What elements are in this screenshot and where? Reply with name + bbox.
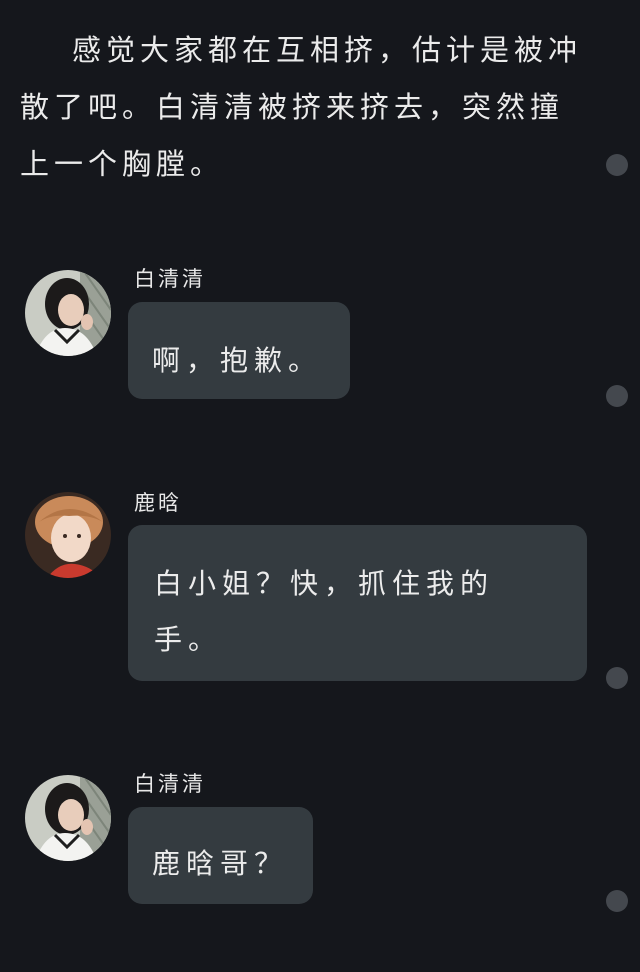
sender-name: 鹿晗 xyxy=(134,491,182,515)
narration-menu-dot[interactable] xyxy=(606,154,628,176)
message-bubble[interactable]: 白小姐？快，抓住我的手。 xyxy=(128,525,587,681)
avatar-baiqingqing[interactable] xyxy=(25,270,111,356)
message-menu-dot[interactable] xyxy=(606,667,628,689)
message-bubble[interactable]: 啊，抱歉。 xyxy=(128,302,350,399)
sender-name: 白清清 xyxy=(134,267,206,291)
message-text: 白小姐？快，抓住我的手。 xyxy=(154,567,495,656)
message-menu-dot[interactable] xyxy=(606,890,628,912)
message-menu-dot[interactable] xyxy=(606,385,628,407)
message-text: 啊，抱歉。 xyxy=(152,344,323,377)
girl-avatar-icon xyxy=(25,270,111,356)
sender-name: 白清清 xyxy=(134,772,206,796)
avatar-baiqingqing[interactable] xyxy=(25,775,111,861)
message-bubble[interactable]: 鹿晗哥？ xyxy=(128,807,313,904)
message-text: 鹿晗哥？ xyxy=(152,847,289,880)
boy-avatar-icon xyxy=(25,492,111,578)
avatar-luhan[interactable] xyxy=(25,492,111,578)
girl-avatar-icon xyxy=(25,775,111,861)
narration-text: 感觉大家都在互相挤，估计是被冲散了吧。白清清被挤来挤去，突然撞上一个胸膛。 xyxy=(20,33,583,181)
